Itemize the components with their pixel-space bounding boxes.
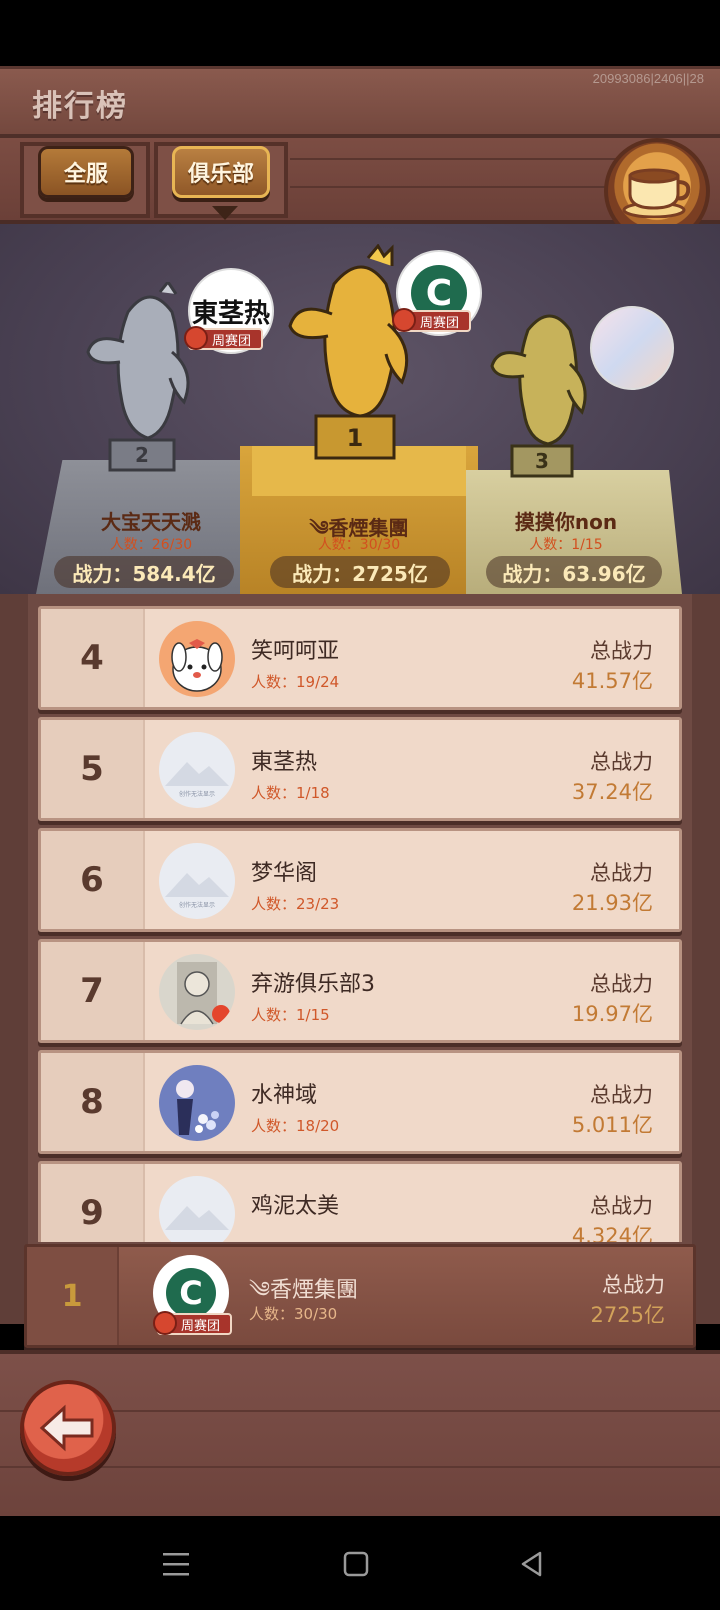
power-label: 总战力 bbox=[590, 1194, 653, 1218]
club-name: 水神域 bbox=[251, 1083, 318, 1108]
rank-number: 5 bbox=[41, 720, 145, 818]
silver-fish-trophy: 2 bbox=[86, 282, 190, 472]
list-item[interactable]: 7 弃游俱乐部3 人数：1/15 总战力 19.97亿 bbox=[38, 939, 682, 1043]
my-rank-number: 1 bbox=[27, 1247, 119, 1345]
podium-2-badge: 周赛团 bbox=[184, 326, 264, 350]
power-label: 总战力 bbox=[590, 972, 653, 996]
system-nav-bar bbox=[0, 1516, 720, 1610]
flowers-avatar-icon bbox=[176, 1080, 219, 1135]
back-button[interactable] bbox=[20, 1380, 116, 1476]
nav-home-button[interactable] bbox=[334, 1542, 378, 1586]
list-item[interactable]: 9 鸡泥太美 总战力 4.324亿 bbox=[38, 1161, 682, 1242]
club-avatar bbox=[159, 621, 235, 697]
nav-back-button[interactable] bbox=[510, 1542, 554, 1586]
member-count: 人数：18/20 bbox=[251, 1117, 340, 1135]
ranking-list[interactable]: 4 笑呵呵亚 人数：19/24 总战力 41.57亿 5 创作无法显示 東茎热 … bbox=[38, 606, 682, 1242]
podium-2-name: 大宝天天溅 bbox=[101, 510, 201, 534]
podium-2-badge-label: 周赛团 bbox=[212, 333, 252, 349]
header-bar: 排行榜 20993086|2406||28 bbox=[0, 66, 720, 138]
podium-2-avatar-text: 東茎热 bbox=[191, 298, 270, 329]
my-club-badge: 周赛团 bbox=[153, 1311, 233, 1335]
apple-icon bbox=[153, 1311, 177, 1335]
rank-number: 7 bbox=[41, 942, 145, 1040]
my-club-power-label: 总战力 bbox=[602, 1273, 665, 1297]
club-avatar bbox=[159, 1176, 235, 1242]
bunny-avatar-icon bbox=[171, 639, 223, 692]
club-avatar: 创作无法显示 bbox=[159, 843, 235, 919]
my-club-logo: C bbox=[166, 1268, 216, 1318]
leaderboard-screen: 排行榜 20993086|2406||28 全服 俱乐部 2 1 3 東茎热 周… bbox=[0, 0, 720, 1610]
member-count: 人数：23/23 bbox=[251, 895, 340, 913]
placeholder-mountain-icon bbox=[165, 1206, 229, 1230]
home-square-icon bbox=[343, 1551, 369, 1577]
club-name: 梦华阁 bbox=[251, 861, 318, 886]
podium-1-badge-label: 周赛团 bbox=[420, 315, 460, 331]
member-count: 人数：1/15 bbox=[251, 1006, 330, 1024]
club-name: 弃游俱乐部3 bbox=[251, 972, 375, 997]
rank-number: 8 bbox=[41, 1053, 145, 1151]
club-avatar bbox=[159, 954, 235, 1030]
club-name: 笑呵呵亚 bbox=[251, 639, 340, 664]
rank-number: 4 bbox=[41, 609, 145, 707]
club-avatar bbox=[159, 1065, 235, 1141]
tab-club[interactable]: 俱乐部 bbox=[172, 146, 270, 198]
back-arrow-icon bbox=[39, 1404, 94, 1452]
power-value: 5.011亿 bbox=[571, 1113, 653, 1137]
club-name: 東茎热 bbox=[251, 750, 318, 775]
list-item[interactable]: 4 笑呵呵亚 人数：19/24 总战力 41.57亿 bbox=[38, 606, 682, 710]
power-label: 总战力 bbox=[590, 1083, 653, 1107]
apple-icon bbox=[392, 308, 416, 332]
member-count: 人数：1/18 bbox=[251, 784, 330, 802]
bronze-fish-trophy: 3 bbox=[490, 314, 587, 478]
rank-number: 6 bbox=[41, 831, 145, 929]
nav-menu-button[interactable] bbox=[154, 1542, 198, 1586]
triangle-back-icon bbox=[521, 1551, 542, 1577]
list-item[interactable]: 6 创作无法显示 梦华阁 人数：23/23 总战力 21.93亿 bbox=[38, 828, 682, 932]
trophy-rank-3: 3 bbox=[535, 449, 549, 473]
menu-icon bbox=[163, 1553, 189, 1576]
podium-3-count: 人数：1/15 bbox=[529, 537, 603, 553]
portrait-avatar-icon bbox=[177, 962, 230, 1025]
avatar-caption: 创作无法显示 bbox=[179, 901, 215, 909]
podium-3-avatar[interactable] bbox=[590, 306, 674, 390]
podium-1-badge: 周赛团 bbox=[392, 308, 472, 332]
list-item[interactable]: 8 水神域 人数：18/20 总战力 5.011亿 bbox=[38, 1050, 682, 1154]
power-label: 总战力 bbox=[590, 639, 653, 663]
rank-number: 9 bbox=[41, 1164, 145, 1242]
power-value: 21.93亿 bbox=[571, 891, 653, 915]
my-club-row[interactable]: 1 C 周赛团 ༄香煙集團 人数：30/30 总战力 2725亿 bbox=[24, 1244, 696, 1348]
podium-3-name: 摸摸你non bbox=[514, 510, 618, 534]
server-id: 20993086|2406||28 bbox=[592, 71, 704, 86]
podium-2-count: 人数：26/30 bbox=[109, 537, 193, 553]
page-title: 排行榜 bbox=[32, 89, 128, 124]
my-club-power-value: 2725亿 bbox=[590, 1303, 665, 1327]
podium-2-power: 战力：584.4亿 bbox=[54, 556, 234, 588]
podium-1-count: 人数：30/30 bbox=[317, 537, 401, 553]
coffee-cup-icon bbox=[622, 168, 691, 218]
placeholder-mountain-icon: 创作无法显示 bbox=[165, 762, 229, 798]
podium-3-power: 战力：63.96亿 bbox=[486, 556, 662, 588]
power-value: 41.57亿 bbox=[571, 669, 653, 693]
list-item[interactable]: 5 创作无法显示 東茎热 人数：1/18 总战力 37.24亿 bbox=[38, 717, 682, 821]
trophy-rank-1: 1 bbox=[347, 424, 364, 452]
tab-all-server[interactable]: 全服 bbox=[38, 146, 134, 198]
power-value: 4.324亿 bbox=[571, 1224, 653, 1242]
my-club-count: 人数：30/30 bbox=[249, 1305, 338, 1323]
member-count: 人数：19/24 bbox=[251, 673, 340, 691]
placeholder-mountain-icon: 创作无法显示 bbox=[165, 873, 229, 909]
power-value: 19.97亿 bbox=[571, 1002, 653, 1026]
power-label: 总战力 bbox=[590, 750, 653, 774]
podium-1-power: 战力：2725亿 bbox=[270, 556, 450, 588]
club-avatar: 创作无法显示 bbox=[159, 732, 235, 808]
power-value: 37.24亿 bbox=[571, 780, 653, 804]
avatar-caption: 创作无法显示 bbox=[179, 790, 215, 798]
tab-indicator bbox=[212, 206, 238, 220]
apple-icon bbox=[184, 326, 208, 350]
my-club-badge-label: 周赛团 bbox=[181, 1318, 221, 1334]
trophy-rank-2: 2 bbox=[135, 443, 149, 467]
power-label: 总战力 bbox=[590, 861, 653, 885]
club-name: 鸡泥太美 bbox=[251, 1194, 340, 1219]
